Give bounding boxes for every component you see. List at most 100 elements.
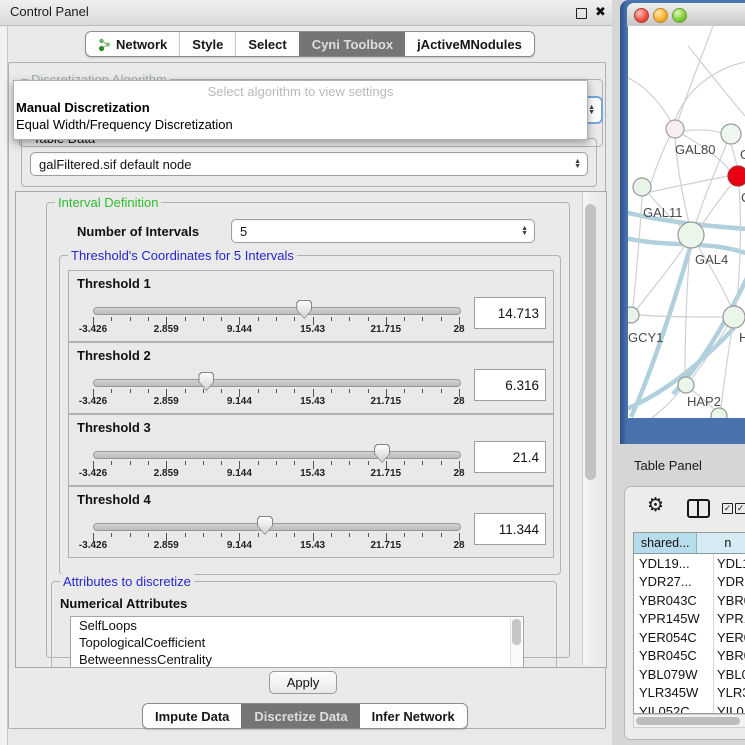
numerical-attributes-list[interactable]: SelfLoopsTopologicalCoefficientBetweenne…	[70, 616, 524, 668]
column-header-shared-name[interactable]: shared...	[634, 533, 697, 553]
apply-button[interactable]: Apply	[269, 671, 337, 694]
tick-label: 28	[453, 396, 464, 407]
tab-network[interactable]: Network	[86, 32, 179, 56]
close-icon[interactable]: ✖	[595, 4, 606, 20]
tick-label: 15.43	[300, 324, 325, 335]
tick-mark	[368, 533, 369, 537]
column-header-name[interactable]: n	[697, 533, 745, 553]
zoom-traffic-light-icon[interactable]	[672, 8, 687, 23]
table-data-combobox[interactable]: galFiltered.sif default node ▲▼	[30, 152, 588, 176]
tab-style[interactable]: Style	[179, 32, 235, 56]
table-horizontal-scrollbar[interactable]	[633, 714, 745, 728]
gear-icon[interactable]: ⚙	[647, 495, 664, 517]
slider-handle-face	[297, 301, 311, 318]
tick-mark	[368, 461, 369, 465]
tick-mark	[349, 533, 350, 537]
tick-label: 9.144	[227, 540, 252, 551]
network-node-h[interactable]	[723, 306, 745, 328]
close-traffic-light-icon[interactable]	[634, 8, 649, 23]
algorithm-option-manual[interactable]: Manual Discretization	[14, 99, 587, 116]
tab-jactivemnodules[interactable]: jActiveMNodules	[405, 32, 534, 56]
table-row[interactable]: YIL052CYIL0	[634, 702, 745, 714]
slider-tick-labels: -3.4262.8599.14415.4321.71528	[93, 396, 459, 408]
tick-label: 21.715	[371, 540, 402, 551]
tab-impute-data[interactable]: Impute Data	[143, 704, 241, 728]
tick-label: 15.43	[300, 396, 325, 407]
network-node[interactable]	[711, 408, 727, 418]
attribute-list-item[interactable]: TopologicalCoefficient	[71, 634, 523, 651]
float-window-icon[interactable]	[576, 8, 587, 19]
network-node-ga[interactable]	[721, 124, 741, 144]
tick-label: 28	[453, 468, 464, 479]
attributes-list-scrollbar[interactable]	[510, 618, 522, 668]
table-row[interactable]: YBR045CYBR0	[634, 647, 745, 666]
node-label: GCY1	[628, 330, 663, 345]
table-panel-title: Table Panel	[634, 458, 702, 473]
network-canvas[interactable]: GAL80GACGAL11GAL4GCY1HHAP2	[628, 26, 745, 418]
network-node-hap2[interactable]	[678, 377, 694, 393]
cell-shared-name: YLR345W	[634, 685, 713, 700]
table-row[interactable]: YBR043CYBR0	[634, 591, 745, 610]
table-row[interactable]: YDR27...YDR2	[634, 573, 745, 592]
slider-track[interactable]	[93, 379, 461, 387]
threshold-value-field[interactable]: 11.344	[474, 513, 546, 545]
tick-mark	[111, 317, 112, 321]
tab-label: Cyni Toolbox	[312, 37, 393, 52]
table-row[interactable]: YPR145WYPR1	[634, 610, 745, 629]
tab-select[interactable]: Select	[235, 32, 298, 56]
threshold-label: Threshold 3	[77, 420, 151, 435]
table-row[interactable]: YDL19...YDL1	[634, 554, 745, 573]
split-view-icon[interactable]	[687, 499, 710, 518]
number-of-intervals-combobox[interactable]: 5 ▲▼	[231, 219, 535, 243]
tab-infer-network[interactable]: Infer Network	[360, 704, 467, 728]
network-node-gal80[interactable]	[666, 120, 684, 138]
table-horizontal-scrollbar-thumb[interactable]	[636, 717, 740, 725]
tick-mark	[111, 461, 112, 465]
checkbox-icon[interactable]: ✓	[735, 503, 745, 514]
slider-track[interactable]	[93, 451, 461, 459]
network-node-c[interactable]	[728, 166, 745, 186]
threshold-value-field[interactable]: 21.4	[474, 441, 546, 473]
slider-tick-labels: -3.4262.8599.14415.4321.71528	[93, 324, 459, 336]
algorithm-option-equal-width[interactable]: Equal Width/Frequency Discretization	[14, 116, 587, 133]
threshold-value-field[interactable]: 6.316	[474, 369, 546, 401]
cell-shared-name: YBR043C	[634, 593, 713, 608]
tick-label: 15.43	[300, 540, 325, 551]
cell-name: YLR3	[713, 684, 745, 703]
tick-mark	[422, 317, 423, 321]
threshold-value-field[interactable]: 14.713	[474, 297, 546, 329]
cell-shared-name: YDL19...	[634, 556, 713, 571]
tab-label: Style	[192, 37, 223, 52]
network-node-gal11[interactable]	[633, 178, 651, 196]
tab-label: Infer Network	[372, 709, 455, 724]
attributes-list-scrollbar-thumb[interactable]	[512, 619, 521, 645]
network-node-gal4[interactable]	[678, 222, 704, 248]
settings-scrollbar-thumb[interactable]	[585, 204, 596, 480]
cell-name: YBR0	[713, 647, 745, 666]
slider-track[interactable]	[93, 523, 461, 531]
tick-label: 9.144	[227, 324, 252, 335]
tick-label: 9.144	[227, 396, 252, 407]
threshold-panel-1: Threshold 1-3.4262.8599.14415.4321.71528…	[68, 270, 554, 342]
settings-scrollbar[interactable]	[582, 192, 599, 665]
cell-shared-name: YPR145W	[634, 611, 713, 626]
cell-name: YPR1	[713, 610, 745, 629]
cyni-toolbox-panel: Discretization Algorithm ▲▼ Select algor…	[8, 62, 606, 729]
tab-discretize-data[interactable]: Discretize Data	[241, 704, 359, 728]
tab-cyni-toolbox[interactable]: Cyni Toolbox	[299, 32, 405, 56]
network-node-gcy1[interactable]	[628, 307, 639, 323]
slider-track[interactable]	[93, 307, 461, 315]
attribute-list-item[interactable]: SelfLoops	[71, 617, 523, 634]
table-row[interactable]: YBL079WYBL0	[634, 665, 745, 684]
checkbox-icon[interactable]: ✓	[722, 503, 733, 514]
attribute-list-item[interactable]: BetweennessCentrality	[71, 651, 523, 668]
table-row[interactable]: YER054CYER0	[634, 628, 745, 647]
attributes-group: Attributes to discretize Numerical Attri…	[51, 581, 557, 668]
tick-mark	[331, 389, 332, 393]
table-data-combobox-value: galFiltered.sif default node	[39, 157, 191, 172]
tick-mark	[404, 533, 405, 537]
tab-label: Discretize Data	[254, 709, 347, 724]
table-row[interactable]: YLR345WYLR3	[634, 684, 745, 703]
cell-shared-name: YDR27...	[634, 574, 713, 589]
minimize-traffic-light-icon[interactable]	[653, 8, 668, 23]
